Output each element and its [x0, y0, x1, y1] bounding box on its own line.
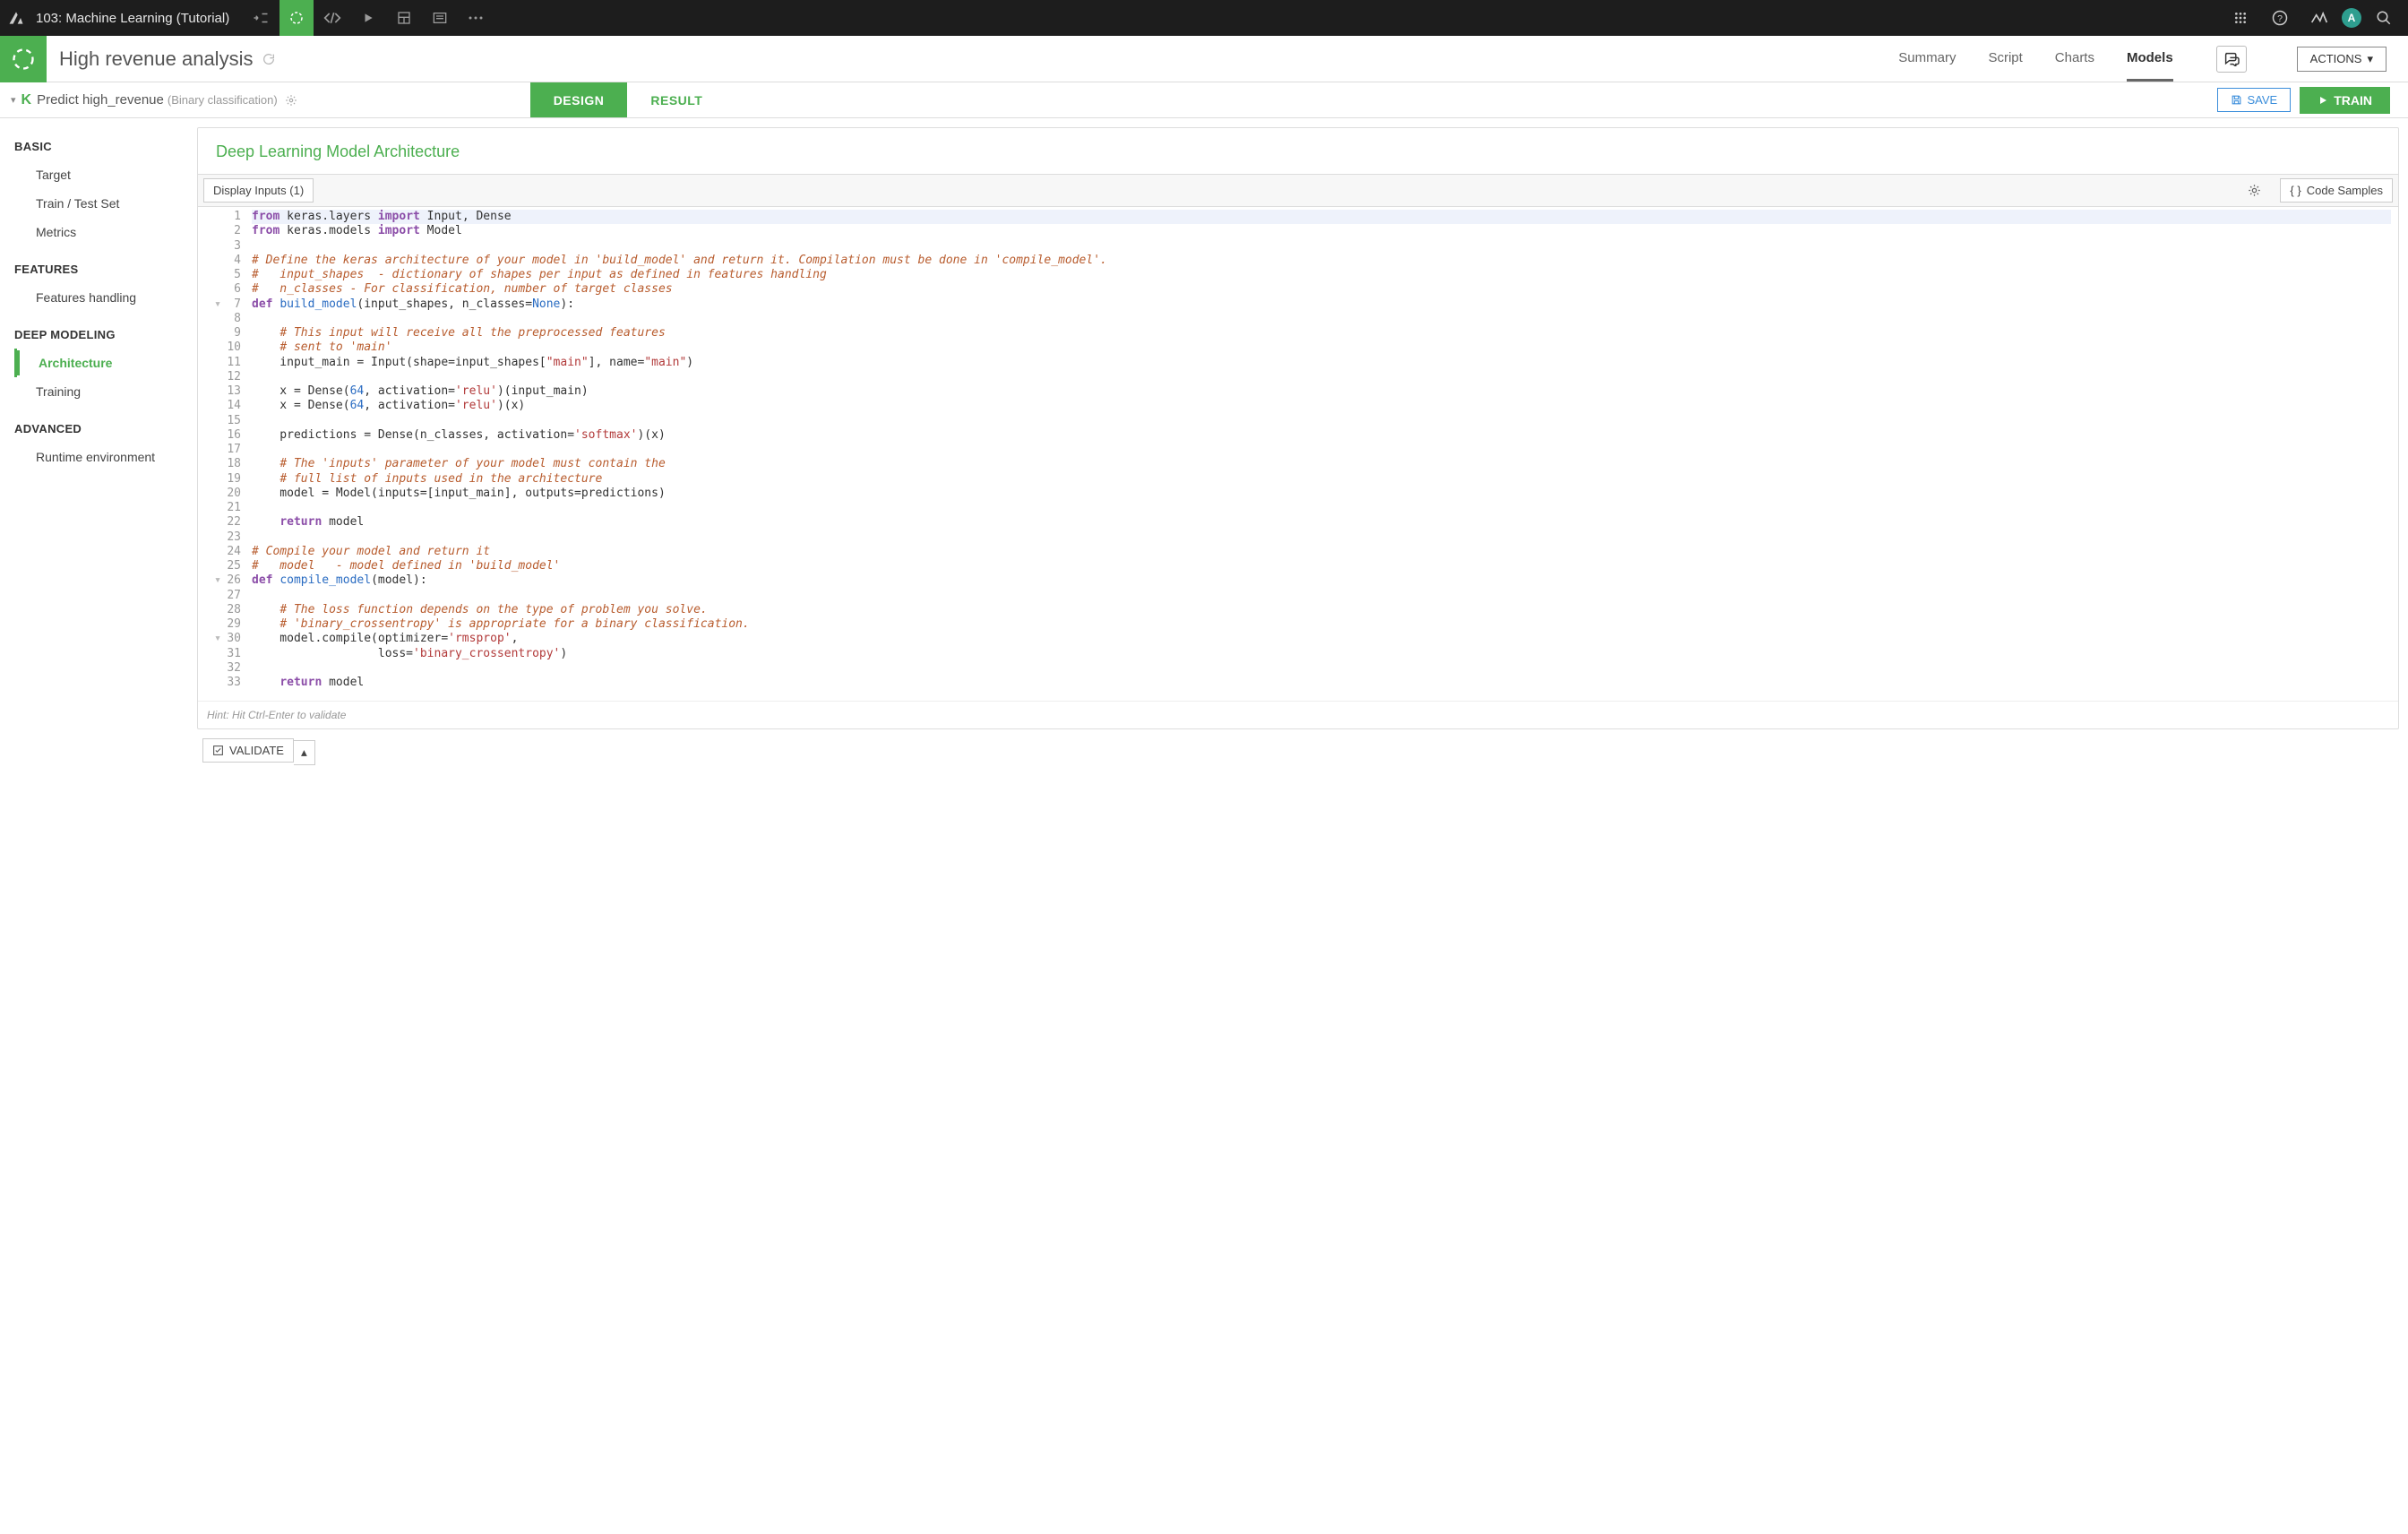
sidebar-group-head: FEATURES: [14, 263, 194, 276]
topbar-nav-icons: [244, 0, 493, 36]
sidebar-group-head: BASIC: [14, 140, 194, 153]
model-type-label: (Binary classification): [168, 93, 278, 107]
design-tab[interactable]: DESIGN: [530, 82, 628, 117]
chevron-down-icon: ▾: [2367, 52, 2373, 66]
braces-icon: { }: [2290, 184, 2300, 197]
code-icon[interactable]: [315, 0, 349, 36]
validate-dropdown[interactable]: ▴: [294, 740, 315, 765]
sidebar-item-training[interactable]: Training: [14, 377, 194, 406]
help-icon[interactable]: ?: [2263, 0, 2297, 36]
collapse-icon[interactable]: ▾: [11, 94, 16, 106]
dashboards-icon[interactable]: [387, 0, 421, 36]
analysis-tabs: Summary Script Charts Models ACTIONS▾: [1898, 36, 2408, 82]
svg-text:?: ?: [2277, 13, 2283, 24]
top-bar: 103: Machine Learning (Tutorial) ? A: [0, 0, 2408, 36]
tab-charts[interactable]: Charts: [2055, 36, 2094, 82]
sidebar-item-target[interactable]: Target: [14, 160, 194, 189]
panel-title: Deep Learning Model Architecture: [198, 128, 2398, 174]
sidebar-item-architecture[interactable]: Architecture: [14, 349, 194, 377]
save-button[interactable]: SAVE: [2217, 88, 2292, 112]
train-button[interactable]: TRAIN: [2300, 87, 2390, 114]
more-icon[interactable]: [459, 0, 493, 36]
project-name[interactable]: 103: Machine Learning (Tutorial): [36, 11, 229, 26]
sidebar-item-train-test-set[interactable]: Train / Test Set: [14, 189, 194, 218]
actions-button[interactable]: ACTIONS▾: [2297, 47, 2386, 72]
model-header-row: ▾ K Predict high_revenue (Binary classif…: [0, 82, 2408, 118]
sidebar-item-runtime-environment[interactable]: Runtime environment: [14, 443, 194, 471]
discuss-icon[interactable]: [2216, 46, 2247, 73]
analysis-title: High revenue analysis: [59, 47, 253, 71]
architecture-panel: Deep Learning Model Architecture Display…: [197, 127, 2399, 729]
search-icon[interactable]: [2367, 0, 2401, 36]
app-logo-icon: [7, 9, 25, 27]
sidebar-group-head: DEEP MODELING: [14, 328, 194, 341]
sidebar-item-features-handling[interactable]: Features handling: [14, 283, 194, 312]
wiki-icon[interactable]: [423, 0, 457, 36]
settings-sidebar: BASIC TargetTrain / Test SetMetrics FEATUR…: [0, 118, 194, 783]
analysis-header: High revenue analysis Summary Script Cha…: [0, 36, 2408, 82]
tab-models[interactable]: Models: [2127, 36, 2173, 82]
display-inputs-button[interactable]: Display Inputs (1): [203, 178, 314, 203]
result-tab[interactable]: RESULT: [627, 82, 726, 117]
model-predict-label: Predict high_revenue: [37, 92, 164, 108]
apps-icon[interactable]: [2223, 0, 2258, 36]
tab-summary[interactable]: Summary: [1898, 36, 1956, 82]
sidebar-group-head: ADVANCED: [14, 422, 194, 435]
editor-hint: Hint: Hit Ctrl-Enter to validate: [198, 701, 2398, 728]
jobs-icon[interactable]: [351, 0, 385, 36]
tab-script[interactable]: Script: [1988, 36, 2022, 82]
flow-icon[interactable]: [244, 0, 278, 36]
keras-badge: K: [22, 92, 32, 108]
activity-icon[interactable]: [2302, 0, 2336, 36]
code-samples-button[interactable]: { }Code Samples: [2280, 178, 2393, 203]
sidebar-item-metrics[interactable]: Metrics: [14, 218, 194, 246]
refresh-icon[interactable]: [262, 52, 276, 66]
code-editor[interactable]: ▾▾▾ 123456789101112131415161718192021222…: [198, 207, 2398, 701]
model-settings-icon[interactable]: [285, 94, 297, 107]
editor-settings-icon[interactable]: [2248, 184, 2273, 197]
lab-icon[interactable]: [280, 0, 314, 36]
editor-toolbar: Display Inputs (1) { }Code Samples: [198, 174, 2398, 207]
validate-button[interactable]: VALIDATE: [202, 738, 294, 763]
analysis-type-icon: [0, 36, 47, 82]
user-avatar[interactable]: A: [2342, 8, 2361, 28]
